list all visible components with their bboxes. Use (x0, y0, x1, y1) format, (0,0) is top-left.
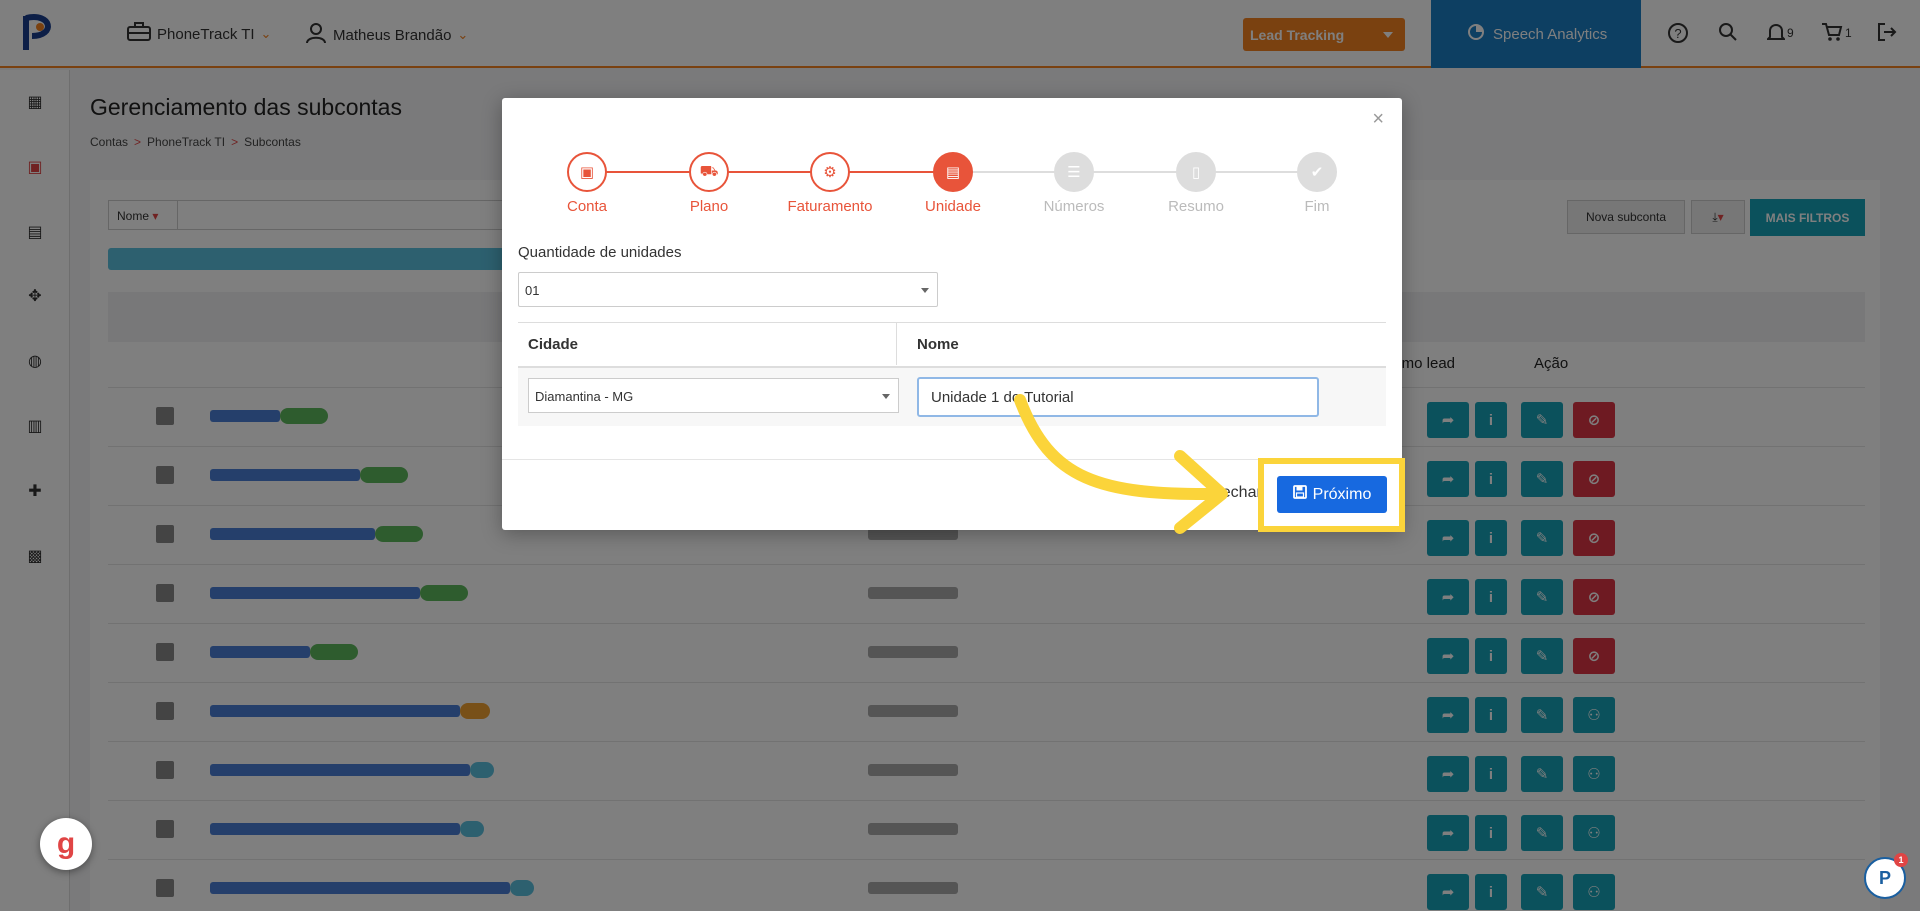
check-icon: ✔ (1297, 152, 1337, 192)
tutorial-highlight-box (1258, 458, 1405, 532)
support-chat-icon[interactable]: P1 (1864, 853, 1908, 899)
wizard-step-2[interactable]: ⚙ Faturamento (770, 152, 890, 215)
wizard-step-label: Resumo (1168, 198, 1224, 215)
col-header-cidade: Cidade (528, 336, 579, 353)
col-header-nome: Nome (917, 336, 959, 353)
document-icon: ▯ (1176, 152, 1216, 192)
gears-icon: ⚙ (810, 152, 850, 192)
city-value: Diamantina - MG (535, 389, 634, 404)
quantity-label: Quantidade de unidades (518, 244, 682, 261)
wizard-step-label: Unidade (925, 198, 981, 215)
wizard-step-5: ▯ Resumo (1136, 152, 1256, 215)
city-select[interactable]: Diamantina - MG (528, 378, 899, 413)
wizard-step-1[interactable]: ⛟ Plano (649, 152, 769, 215)
g2-badge-icon[interactable]: g (40, 818, 92, 870)
wizard-step-label: Plano (689, 198, 729, 215)
building-icon: ▤ (933, 152, 973, 192)
wizard-step-label: Faturamento (787, 198, 873, 215)
wizard-step-label: Números (1043, 198, 1105, 215)
tutorial-arrow-icon (1014, 394, 1228, 534)
wizard-step-6: ✔ Fim (1257, 152, 1377, 215)
quantity-select[interactable]: 01 (518, 272, 938, 307)
caret-down-icon (882, 394, 890, 399)
wizard-step-label: Conta (566, 198, 608, 215)
wizard-step-label: Fim (1304, 198, 1330, 215)
cart-icon: ⛟ (689, 152, 729, 192)
chat-count-icon: 1 (1894, 853, 1908, 867)
column-divider (896, 323, 897, 365)
wizard-step-0[interactable]: ▣ Conta (527, 152, 647, 215)
close-icon[interactable]: × (1372, 108, 1384, 131)
briefcase-icon: ▣ (567, 152, 607, 192)
quantity-value: 01 (525, 283, 540, 298)
table-top-border (518, 322, 1386, 323)
list-icon: ☰ (1054, 152, 1094, 192)
wizard-step-4: ☰ Números (1014, 152, 1134, 215)
caret-down-icon (921, 288, 929, 293)
wizard-step-3[interactable]: ▤ Unidade (893, 152, 1013, 215)
